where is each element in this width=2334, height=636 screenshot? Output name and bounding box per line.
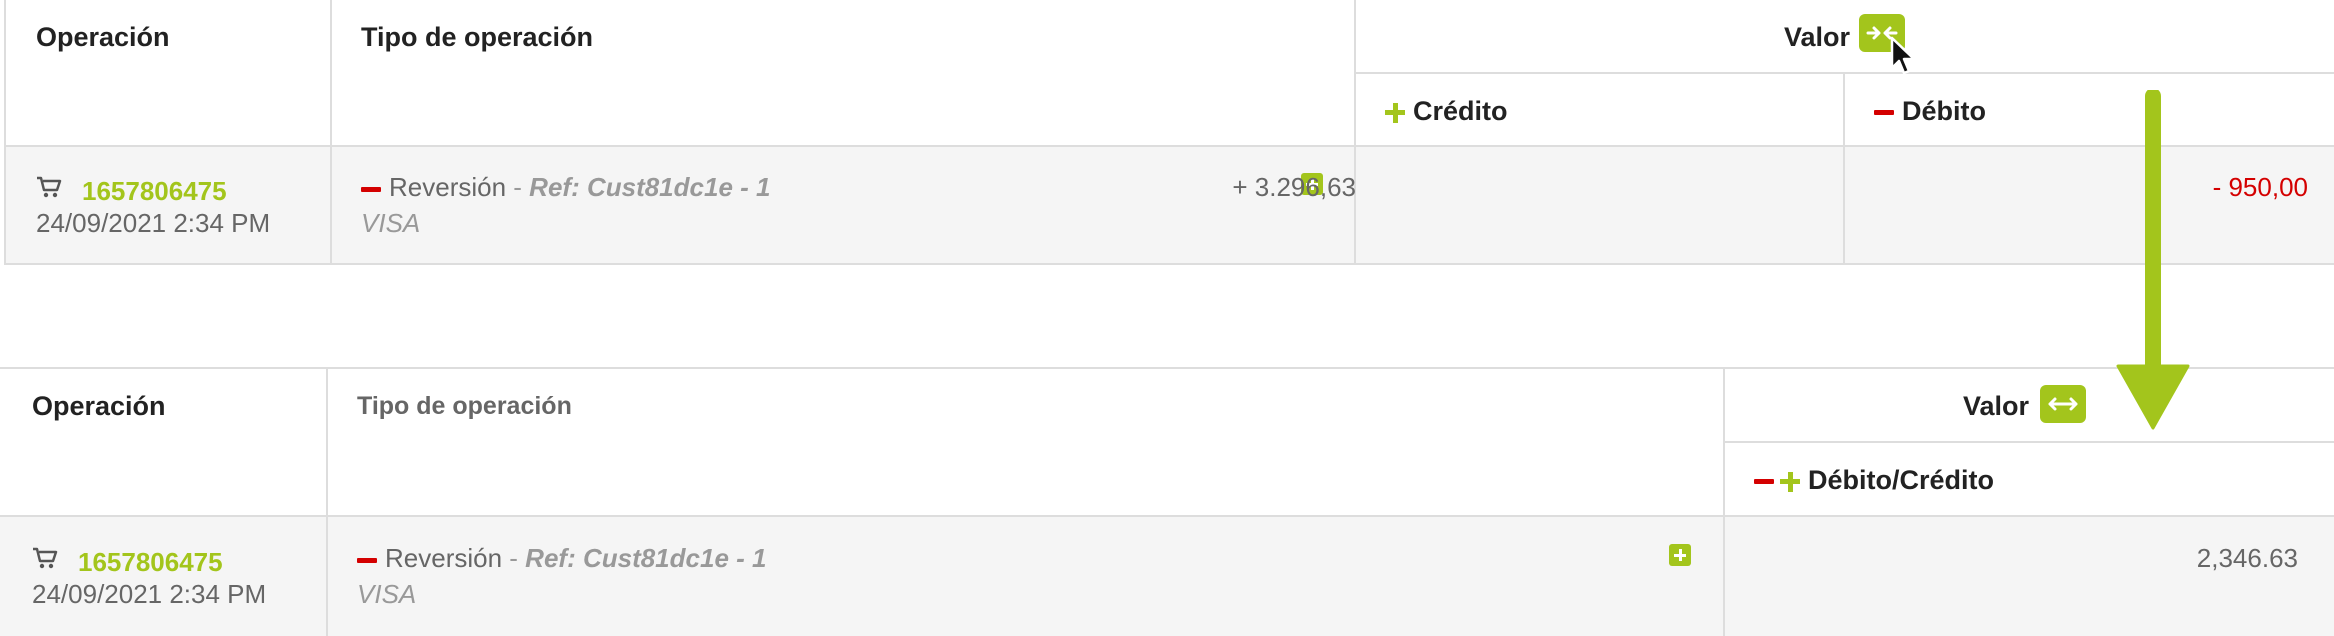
- header-credito[interactable]: Crédito: [1385, 96, 1508, 127]
- operation-id-link[interactable]: 1657806475: [78, 547, 223, 578]
- table-bottom-border: [4, 263, 2334, 265]
- plus-icon: [1780, 471, 1800, 492]
- expand-columns-button[interactable]: [2040, 385, 2086, 423]
- header-tipo-operacion[interactable]: Tipo de operación: [361, 22, 593, 53]
- column-divider: [330, 0, 332, 265]
- header-tipo-operacion[interactable]: Tipo de operación: [357, 392, 572, 421]
- header-bottom-border: [4, 145, 2334, 147]
- column-divider: [1354, 0, 1356, 265]
- header-divider: [1723, 441, 2334, 443]
- header-debito[interactable]: Débito: [1874, 96, 1986, 127]
- plus-icon: [1385, 102, 1405, 123]
- header-divider: [1354, 72, 2334, 74]
- minus-icon: [357, 557, 377, 563]
- column-divider: [1843, 72, 1845, 265]
- expand-columns-icon: [2048, 397, 2078, 411]
- down-arrow-icon: [2116, 90, 2190, 430]
- operation-type: Reversión - Ref: Cust81dc1e - 1: [357, 543, 766, 574]
- header-bottom-border: [0, 515, 2334, 517]
- column-divider: [4, 0, 6, 265]
- credit-amount: + 3.296,63: [1232, 172, 1356, 202]
- operation-id-link[interactable]: 1657806475: [82, 176, 227, 207]
- payment-method: VISA: [361, 208, 421, 238]
- table-row-background: [0, 517, 2334, 636]
- table-before: Operación Tipo de operación Valor Crédit…: [4, 0, 2334, 265]
- header-valor: Valor: [1963, 391, 2030, 421]
- minus-icon: [1754, 479, 1774, 485]
- minus-icon: [1874, 110, 1894, 116]
- operation-date: 24/09/2021 2:34 PM: [36, 208, 271, 238]
- shopping-cart-icon: [33, 547, 58, 569]
- header-operacion[interactable]: Operación: [32, 391, 166, 422]
- table-top-border: [0, 367, 2334, 369]
- operation-date: 24/09/2021 2:34 PM: [32, 579, 267, 609]
- header-debito-credito[interactable]: Débito/Crédito: [1754, 465, 1994, 496]
- column-divider: [1723, 367, 1725, 636]
- table-after: Operación Tipo de operación Valor Débito…: [0, 367, 2334, 636]
- minus-icon: [361, 186, 381, 192]
- column-divider: [326, 367, 328, 636]
- expand-row-icon[interactable]: [1669, 544, 1691, 566]
- table-row-background: [4, 146, 2334, 263]
- debit-credit-amount: 2,346.63: [2196, 543, 2298, 573]
- header-valor: Valor: [1784, 22, 1851, 52]
- operation-type: Reversión - Ref: Cust81dc1e - 1: [361, 172, 770, 203]
- payment-method: VISA: [357, 579, 417, 609]
- shopping-cart-icon: [37, 176, 62, 198]
- debit-amount: - 950,00: [2212, 172, 2308, 202]
- header-operacion[interactable]: Operación: [36, 22, 170, 53]
- mouse-cursor-icon: [1890, 36, 1916, 75]
